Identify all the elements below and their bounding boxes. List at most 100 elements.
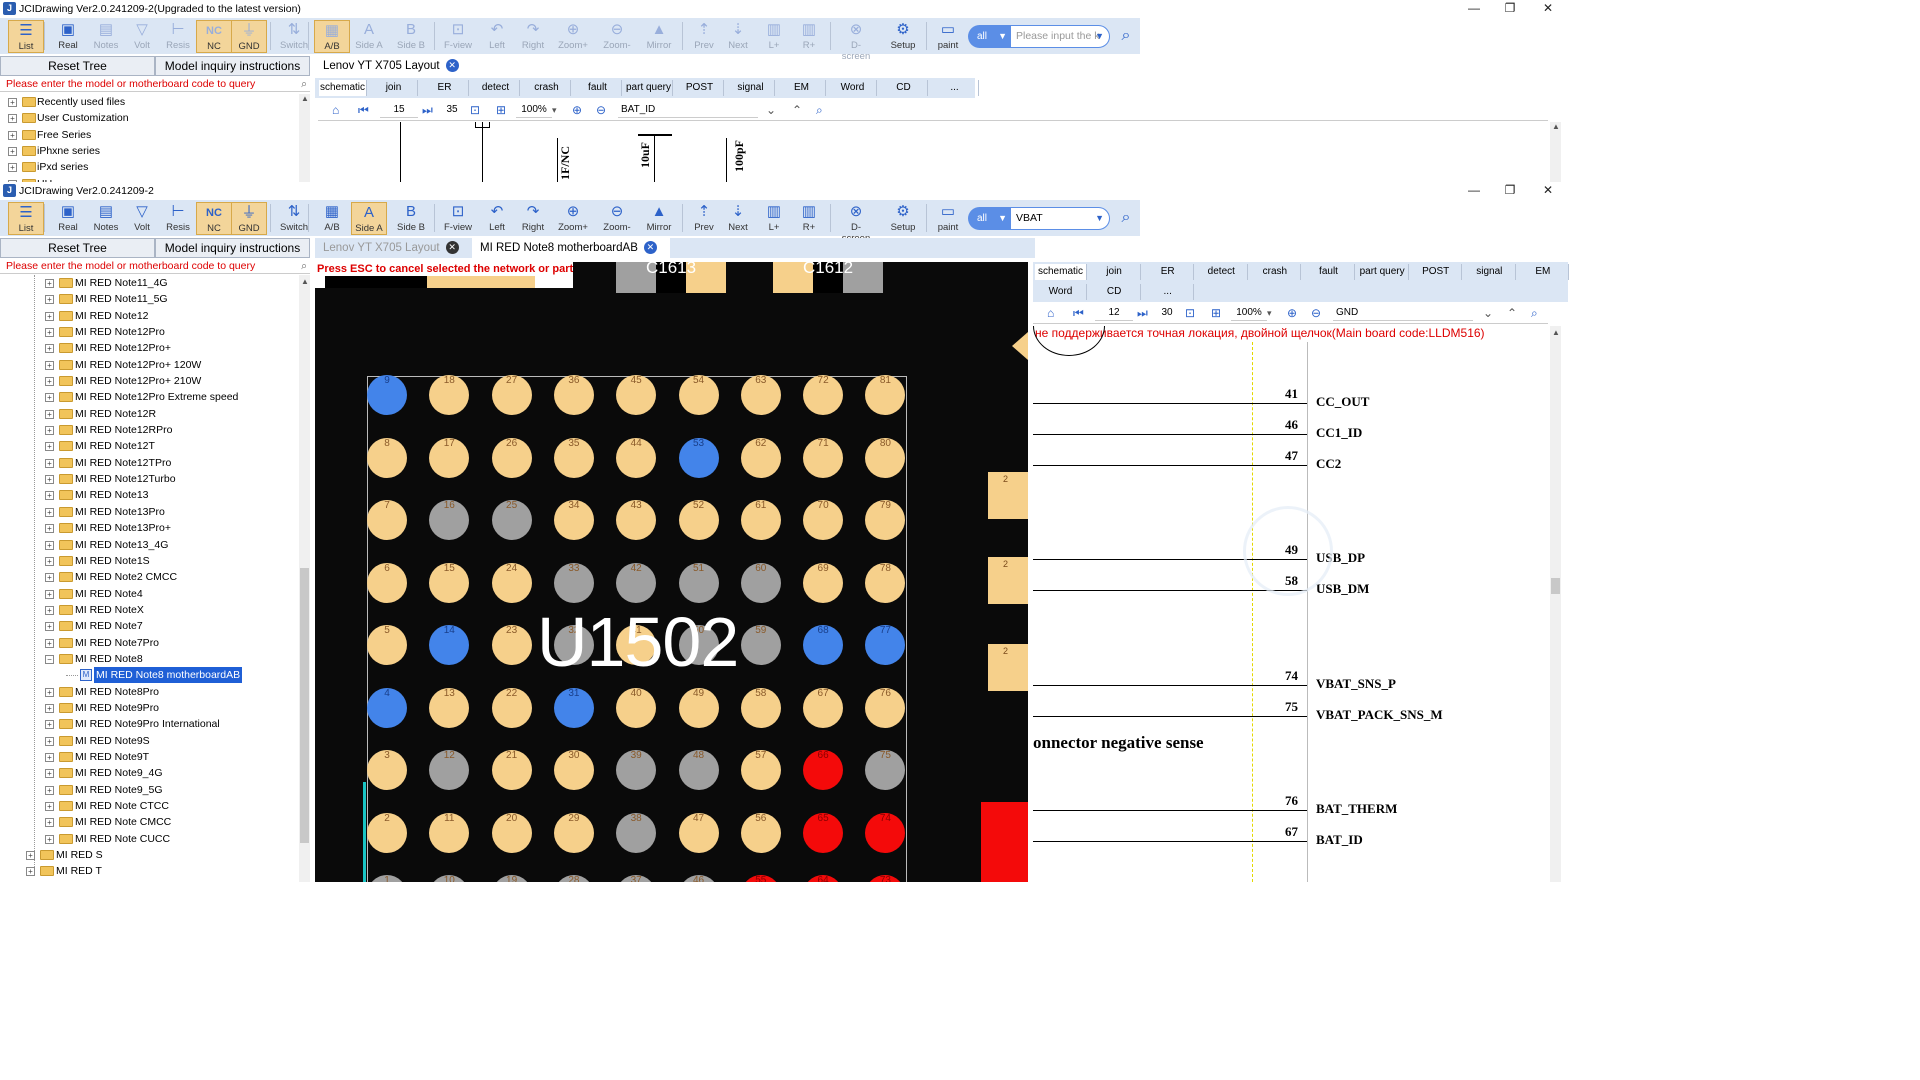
expand-icon[interactable]: + xyxy=(45,507,54,517)
toolbar-fview-button[interactable]: ⊡ F-view xyxy=(440,202,476,235)
first-page-icon[interactable]: ⏮ xyxy=(1073,305,1084,321)
bga-pin[interactable]: 1 xyxy=(367,875,407,882)
maximize-button[interactable]: ❐ xyxy=(1492,0,1528,18)
tree-item[interactable]: + MI RED Note12RPro xyxy=(0,422,298,438)
toolbar-next-button[interactable]: ⇣ Next xyxy=(720,20,756,53)
tree-item[interactable]: + MI RED Note12 xyxy=(0,308,298,324)
tree-item[interactable]: + MI RED Note4 xyxy=(0,586,298,602)
tree-item[interactable]: + MI RED T xyxy=(0,863,298,879)
tree-item[interactable]: + MI RED Note2 CMCC xyxy=(0,569,298,585)
bga-pin[interactable]: 57 xyxy=(740,750,781,790)
toolbar-nc-button[interactable]: NC NC xyxy=(196,202,232,235)
bga-pin[interactable]: 54 xyxy=(678,375,719,415)
tree-item[interactable]: + MI RED Note13 xyxy=(0,487,298,503)
expand-icon[interactable]: + xyxy=(45,393,54,403)
filter-select[interactable]: all ▼ xyxy=(968,207,1010,230)
expand-icon[interactable]: + xyxy=(45,475,54,485)
pad-right-2[interactable]: 2 xyxy=(988,557,1028,604)
global-search-input[interactable]: Please input the k ▼ xyxy=(1010,25,1110,48)
zoom-out-icon[interactable]: ⊖ xyxy=(1311,305,1321,321)
search-icon[interactable]: ⌕ xyxy=(301,258,307,274)
bga-pin[interactable]: 65 xyxy=(803,812,844,853)
bga-pin[interactable]: 43 xyxy=(616,500,657,540)
expand-icon[interactable]: + xyxy=(45,377,54,387)
pad-red-highlight[interactable] xyxy=(981,802,1028,882)
toolbar-dscreen-button[interactable]: ⊗D-screen xyxy=(838,20,874,62)
tree-item[interactable]: + MI RED Note8Pro xyxy=(0,684,298,700)
bga-pin[interactable]: 34 xyxy=(553,500,594,540)
toolbar-zoomin-button[interactable]: ⊕ Zoom+ xyxy=(555,202,591,235)
bga-pin[interactable]: 47 xyxy=(678,812,719,853)
bga-pin[interactable]: 49 xyxy=(678,687,719,728)
expand-icon[interactable]: + xyxy=(45,687,54,697)
actual-size-icon[interactable]: ⊞ xyxy=(1211,305,1221,321)
bga-pin[interactable]: 56 xyxy=(740,812,781,853)
find-icon[interactable]: ⌕ xyxy=(816,102,823,118)
subtab-em[interactable]: EM xyxy=(778,80,826,96)
tree-item[interactable]: + MI RED Note9T xyxy=(0,749,298,765)
net-label[interactable]: VBAT_PACK_SNS_M xyxy=(1316,707,1443,723)
subtab-detect[interactable]: detect xyxy=(472,80,520,96)
expand-icon[interactable]: + xyxy=(8,147,17,157)
bga-pin[interactable]: 27 xyxy=(491,375,532,415)
bga-pin[interactable]: 9 xyxy=(367,375,407,415)
scroll-thumb[interactable] xyxy=(1551,578,1560,594)
close-tab-icon[interactable]: ✕ xyxy=(643,241,657,255)
schematic-scrollbar[interactable]: ▲ xyxy=(1550,122,1561,182)
tree-item[interactable]: + MI RED Note1S xyxy=(0,553,298,569)
toolbar-mirror-button[interactable]: ▲ Mirror xyxy=(641,20,677,53)
dropdown-icon[interactable]: ⌄ xyxy=(1483,305,1493,321)
subtab-part-query[interactable]: part query xyxy=(625,80,673,96)
subtab--[interactable]: ... xyxy=(931,80,979,96)
toolbar-prev-button[interactable]: ⇡ Prev xyxy=(686,202,722,235)
toolbar-gnd-button[interactable]: ⏚ GND xyxy=(231,20,267,53)
tree-item[interactable]: + iPxd series xyxy=(0,159,298,175)
expand-icon[interactable]: + xyxy=(8,114,17,124)
bga-pin[interactable]: 45 xyxy=(616,375,657,415)
subtab-crash[interactable]: crash xyxy=(1249,264,1302,280)
model-query-input[interactable]: Please enter the model or motherboard co… xyxy=(0,76,310,92)
bga-pin[interactable]: 61 xyxy=(740,500,781,540)
tree-scrollbar[interactable]: ▲ xyxy=(299,275,310,882)
net-label[interactable]: CC1_ID xyxy=(1316,425,1362,441)
toolbar-prev-button[interactable]: ⇡ Prev xyxy=(686,20,722,53)
expand-icon[interactable]: + xyxy=(45,524,54,534)
subtab-em[interactable]: EM xyxy=(1517,264,1570,280)
expand-icon[interactable]: + xyxy=(45,769,54,779)
bga-pin[interactable]: 24 xyxy=(491,562,532,603)
expand-icon[interactable]: + xyxy=(45,834,54,844)
zoom-in-icon[interactable]: ⊕ xyxy=(572,102,582,118)
expand-icon[interactable]: + xyxy=(45,605,54,615)
toolbar-left-button[interactable]: ↶ Left xyxy=(479,202,515,235)
expand-icon[interactable]: + xyxy=(45,785,54,795)
search-icon[interactable]: ⌕ xyxy=(1116,208,1136,228)
toolbar-real-button[interactable]: ▣ Real xyxy=(50,202,86,235)
expand-icon[interactable]: − xyxy=(45,654,54,664)
last-page-icon[interactable]: ⏭ xyxy=(422,102,433,118)
toolbar-real-button[interactable]: ▣ Real xyxy=(50,20,86,53)
bga-pin[interactable]: 10 xyxy=(429,875,470,882)
tree-item[interactable]: + MI RED Note12Turbo xyxy=(0,471,298,487)
toolbar-resis-button[interactable]: ⊢ Resis xyxy=(160,20,196,53)
toolbar-rplus-button[interactable]: ▥ R+ xyxy=(791,202,827,235)
dropdown-icon[interactable]: ⌄ xyxy=(766,102,776,118)
bga-pin[interactable]: 68 xyxy=(803,625,844,665)
reset-tree-button[interactable]: Reset Tree xyxy=(0,56,155,76)
subtab-cd[interactable]: CD xyxy=(1089,284,1141,300)
bga-pin[interactable]: 60 xyxy=(740,562,781,603)
first-page-icon[interactable]: ⏮ xyxy=(358,102,369,118)
previous-match-icon[interactable]: ⌃ xyxy=(1507,305,1517,321)
subtab-post[interactable]: POST xyxy=(1410,264,1463,280)
tree-item[interactable]: + Free Series xyxy=(0,127,298,143)
subtab-join[interactable]: join xyxy=(1089,264,1141,280)
toolbar-right-button[interactable]: ↷ Right xyxy=(515,202,551,235)
net-label[interactable]: BAT_ID xyxy=(1316,832,1363,848)
tree-item[interactable]: + MI RED Note7Pro xyxy=(0,635,298,651)
net-label[interactable]: CC_OUT xyxy=(1316,394,1369,410)
bga-pin[interactable]: 15 xyxy=(429,562,470,603)
cap-c1612[interactable]: C1612 xyxy=(773,262,883,293)
bga-pin[interactable]: 35 xyxy=(553,437,594,478)
toolbar-nc-button[interactable]: NC NC xyxy=(196,20,232,53)
search-icon[interactable]: ⌕ xyxy=(301,76,307,92)
expand-icon[interactable]: + xyxy=(45,720,54,730)
